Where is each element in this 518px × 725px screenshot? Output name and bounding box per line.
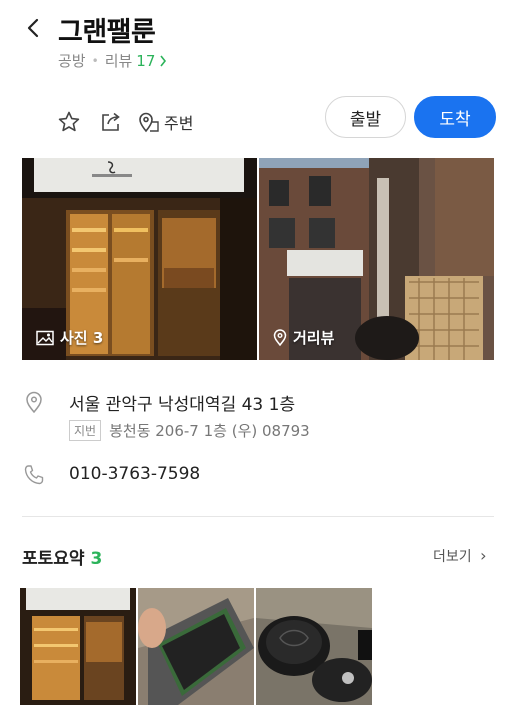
location-icon xyxy=(26,391,42,414)
pin-icon xyxy=(273,329,287,346)
favorite-button[interactable] xyxy=(57,110,81,134)
thumbnail-storefront[interactable] xyxy=(20,588,136,705)
roadview-tile[interactable]: 거리뷰 xyxy=(259,158,494,360)
around-button[interactable]: 주변 xyxy=(137,110,193,134)
map-pin-icon xyxy=(139,112,159,133)
back-arrow-icon[interactable] xyxy=(22,14,46,42)
jibun-address: 봉천동 206-7 1층 (우) 08793 xyxy=(109,422,310,440)
around-label: 주변 xyxy=(164,114,194,133)
thumbnail-keycase[interactable] xyxy=(256,588,372,705)
jibun-address-row: 지번 봉천동 206-7 1층 (우) 08793 xyxy=(69,420,310,441)
more-label: 더보기 xyxy=(433,549,472,565)
keycase-thumbnail xyxy=(256,588,372,705)
photo-summary-count: 3 xyxy=(90,549,103,569)
photo-summary-title: 포토요약 3 xyxy=(22,544,102,569)
category-label: 공방 xyxy=(58,52,86,70)
share-button[interactable] xyxy=(99,110,123,134)
chevron-right-icon xyxy=(160,55,167,66)
photo-tile[interactable]: 사진 3 xyxy=(22,158,257,360)
depart-button[interactable]: 출발 xyxy=(325,96,406,138)
section-divider xyxy=(22,516,494,517)
photo-thumbnails xyxy=(20,588,372,705)
roadview-label-wrap: 거리뷰 xyxy=(273,327,334,348)
jibun-tag: 지번 xyxy=(69,420,102,441)
phone-icon xyxy=(24,465,44,485)
action-bar: 주변 출발 도착 xyxy=(0,96,518,140)
storefront-thumbnail xyxy=(20,588,136,705)
image-icon xyxy=(36,330,54,345)
share-icon xyxy=(102,112,120,131)
phone-number[interactable]: 010-3763-7598 xyxy=(69,464,200,484)
place-subline: 공방 • 리뷰 17 xyxy=(58,50,167,71)
roadview-label: 거리뷰 xyxy=(293,329,335,347)
place-header: 그랜팰룬 공방 • 리뷰 17 xyxy=(0,0,518,80)
arrive-button[interactable]: 도착 xyxy=(414,96,496,138)
wallet-thumbnail xyxy=(138,588,254,705)
place-title: 그랜팰룬 xyxy=(58,17,156,48)
separator-dot: • xyxy=(91,53,99,68)
review-link[interactable]: 리뷰 17 xyxy=(105,50,168,71)
photo-banner: 사진 3 거리뷰 xyxy=(22,158,494,360)
chevron-right-icon: › xyxy=(480,546,487,565)
review-label: 리뷰 xyxy=(104,52,133,70)
thumbnail-wallet[interactable] xyxy=(138,588,254,705)
review-count: 17 xyxy=(136,51,156,70)
photo-label: 사진 3 xyxy=(60,329,104,347)
star-icon xyxy=(58,111,80,132)
road-address[interactable]: 서울 관악구 낙성대역길 43 1층 xyxy=(69,390,295,415)
more-link[interactable]: 더보기 › xyxy=(433,546,487,566)
photo-count-label: 사진 3 xyxy=(36,327,103,348)
photo-summary-label: 포토요약 xyxy=(22,549,85,569)
